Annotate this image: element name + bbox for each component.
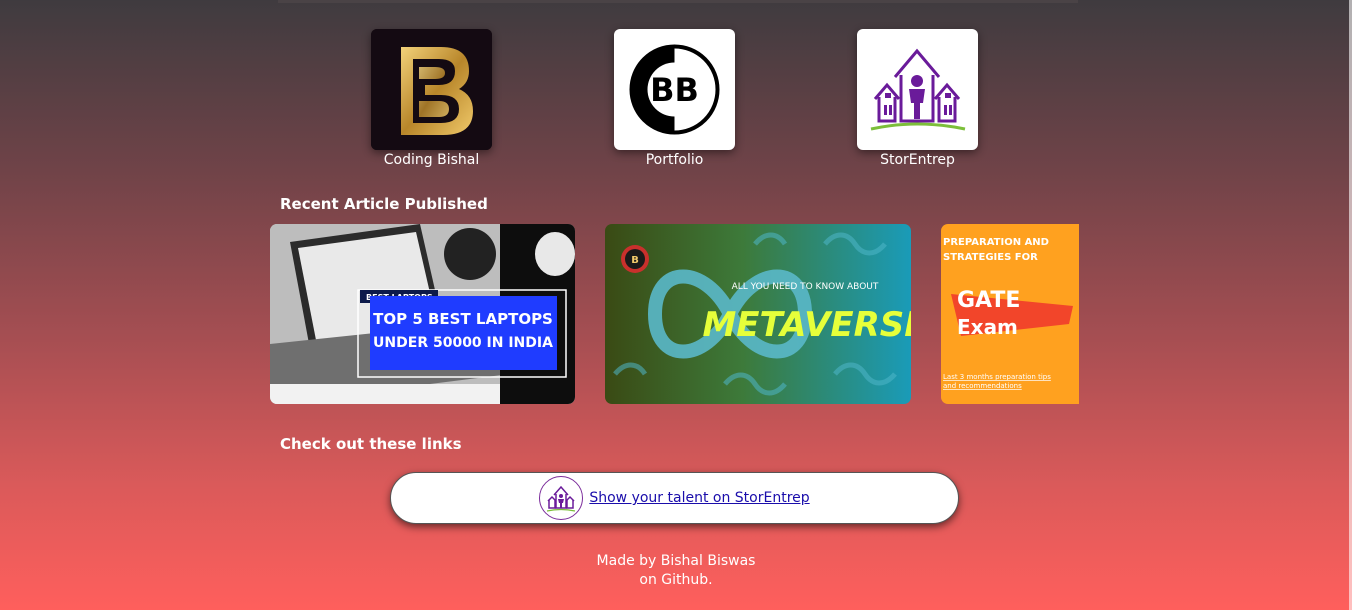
article-pretitle: ALL YOU NEED TO KNOW ABOUT [732,282,879,292]
links-section-title: Check out these links [280,435,462,453]
storentrep-house-icon [547,485,576,512]
article-gate-title: GATE [957,288,1020,313]
profile-label[interactable]: Portfolio [614,152,735,168]
article-sub2: and recommendations [943,382,1022,390]
portfolio-logo-icon: BB [629,44,720,135]
footer-github-link[interactable]: on Github. [0,571,1352,590]
coding-bishal-logo[interactable] [371,29,492,150]
article-sub1: Last 3 months preparation tips [943,373,1051,381]
article-pre2: STRATEGIES FOR [943,252,1038,263]
article-metaverse-image: B ALL YOU NEED TO KNOW ABOUT METAVERSE [605,224,911,404]
footer: Made by Bishal Biswas on Github. [0,552,1352,590]
storentrep-link-button[interactable]: Show your talent on StorEntrep [390,472,959,524]
portfolio-logo-text: BB [650,71,699,109]
article-card-metaverse[interactable]: B ALL YOU NEED TO KNOW ABOUT METAVERSE [605,224,911,404]
article-laptops-image: BEST LAPTOPS TOP 5 BEST LAPTOPS UNDER 50… [270,224,575,404]
article-pre1: PREPARATION AND [943,237,1049,248]
article-card-laptops[interactable]: BEST LAPTOPS TOP 5 BEST LAPTOPS UNDER 50… [270,224,575,404]
portfolio-logo[interactable]: BB [614,29,735,150]
coding-bishal-logo-icon [371,29,492,150]
storentrep-logo[interactable] [857,29,978,150]
storentrep-link[interactable]: Show your talent on StorEntrep [589,490,809,506]
profile-label[interactable]: StorEntrep [857,152,978,168]
profile-label[interactable]: Coding Bishal [371,152,492,168]
top-divider [278,0,1078,3]
article-title-line1: TOP 5 BEST LAPTOPS [373,310,553,328]
storentrep-house-icon [870,48,966,131]
profile-storentrep[interactable]: StorEntrep [857,29,978,168]
svg-text:B: B [631,255,639,266]
footer-credit: Made by Bishal Biswas [596,553,756,569]
recent-articles-title: Recent Article Published [280,195,488,213]
storentrep-avatar [539,476,584,520]
article-gate-image: PREPARATION AND STRATEGIES FOR GATE Exam… [941,224,1079,404]
article-headline: METAVERSE [702,305,911,345]
profile-portfolio[interactable]: BB Portfolio [614,29,735,168]
article-card-gate[interactable]: PREPARATION AND STRATEGIES FOR GATE Exam… [941,224,1079,404]
article-gate-title2: Exam [957,315,1018,339]
profile-coding-bishal[interactable]: Coding Bishal [371,29,492,168]
article-title-line2: UNDER 50000 IN INDIA [373,335,553,351]
